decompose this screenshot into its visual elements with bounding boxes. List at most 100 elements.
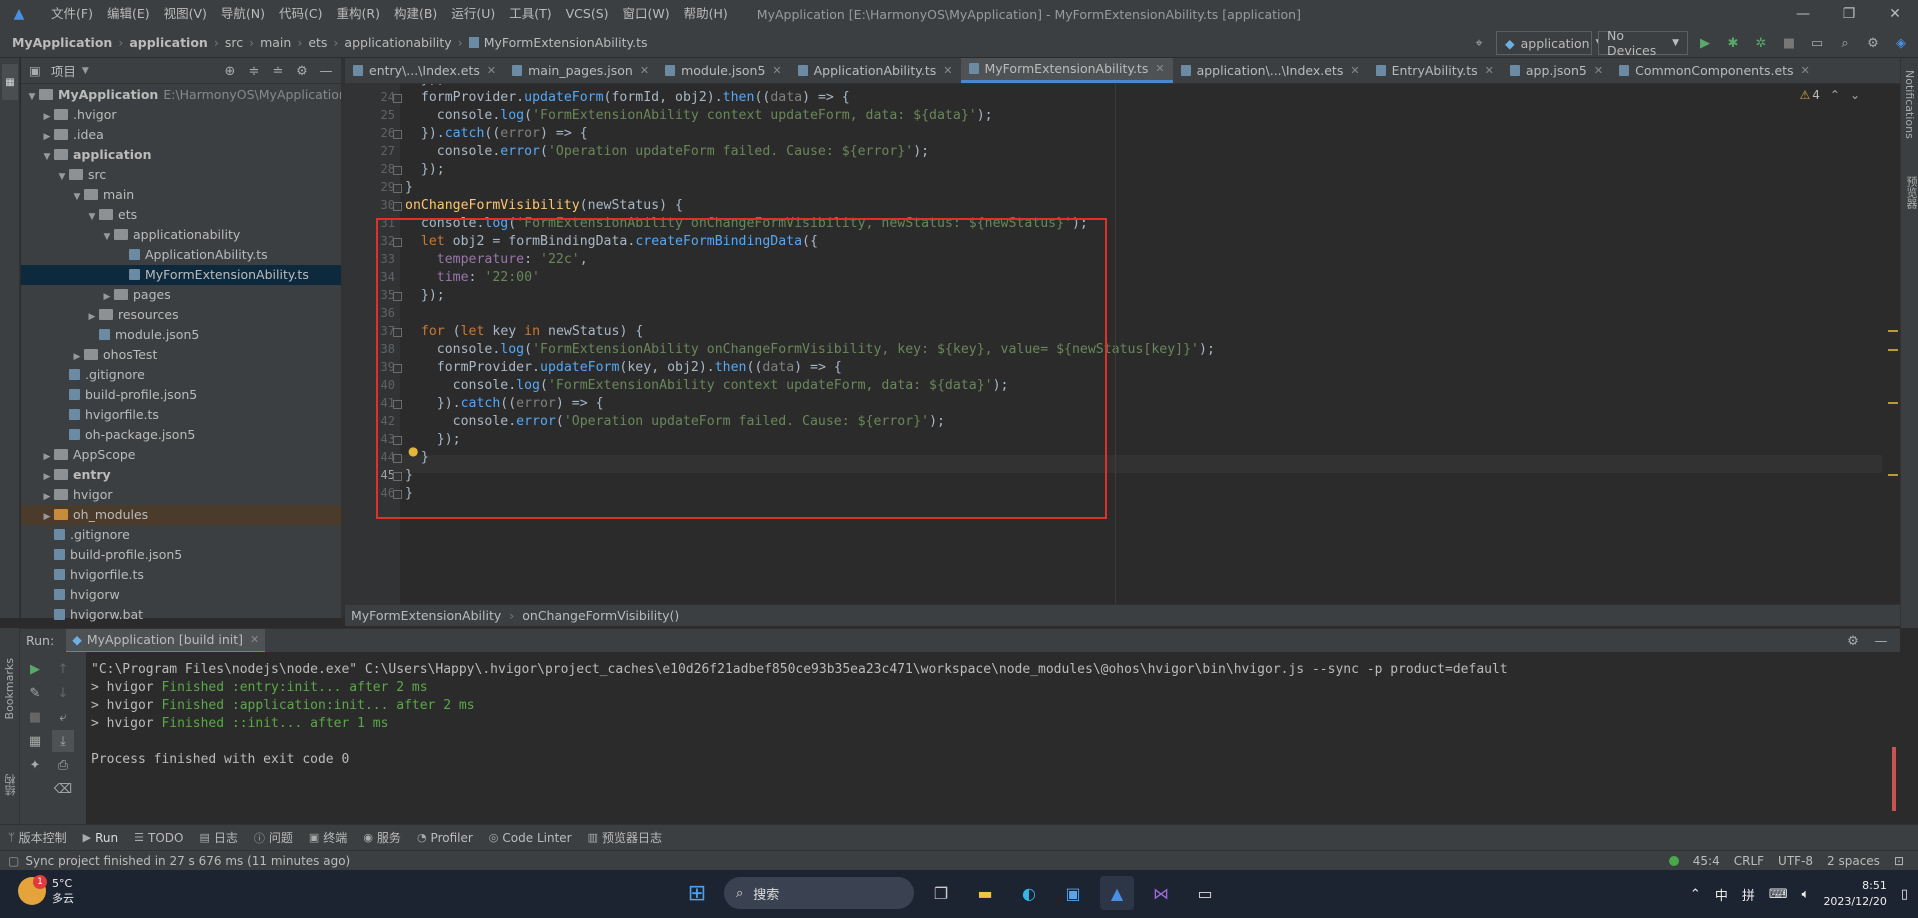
- breadcrumb-item[interactable]: applicationability: [344, 35, 451, 50]
- breadcrumb-item[interactable]: MyFormExtensionAbility.ts: [484, 35, 648, 50]
- tool-window-button[interactable]: ◉ 服务: [363, 829, 401, 846]
- editor-tab[interactable]: ApplicationAbility.ts ✕: [790, 58, 961, 83]
- breadcrumb-item[interactable]: ets: [308, 35, 327, 50]
- tree-item[interactable]: ▼ main: [21, 185, 341, 205]
- run-config-select[interactable]: ◆ application ▼: [1496, 31, 1603, 55]
- tree-item[interactable]: ▶ entry: [21, 465, 341, 485]
- file-explorer-icon[interactable]: ▬: [968, 876, 1002, 910]
- tree-item[interactable]: .gitignore: [21, 365, 341, 385]
- error-stripe[interactable]: [1882, 84, 1900, 604]
- weather-widget[interactable]: 1 5°C 多云: [18, 875, 74, 906]
- close-icon[interactable]: ✕: [943, 64, 952, 77]
- lock-icon[interactable]: ⊡: [1894, 854, 1904, 868]
- fold-marker-icon[interactable]: [393, 166, 402, 175]
- close-icon[interactable]: ✕: [640, 64, 649, 77]
- tree-item[interactable]: ▼ MyApplication E:\HarmonyOS\MyApplication: [21, 85, 347, 107]
- tree-item[interactable]: MyFormExtensionAbility.ts: [21, 265, 341, 285]
- chevron-down-icon[interactable]: ▼: [55, 167, 69, 187]
- chevron-down-icon[interactable]: ⌄: [1850, 88, 1860, 102]
- tray-chevron-up-icon[interactable]: ⌃: [1690, 887, 1701, 902]
- menu-item[interactable]: 代码(C): [272, 0, 329, 28]
- tree-item[interactable]: hvigorfile.ts: [21, 565, 341, 585]
- close-icon[interactable]: ✕: [1350, 64, 1359, 77]
- tool-window-button[interactable]: ▶ Run: [83, 831, 118, 845]
- tree-item[interactable]: ▶ AppScope: [21, 445, 341, 465]
- device-manager-icon[interactable]: ▭: [1806, 32, 1828, 54]
- close-icon[interactable]: ✕: [250, 633, 259, 646]
- menu-item[interactable]: 工具(T): [502, 0, 558, 28]
- editor-tab[interactable]: entry\...\Index.ets ✕: [345, 58, 504, 83]
- fold-marker-icon[interactable]: [393, 94, 402, 103]
- tree-item[interactable]: hvigorfile.ts: [21, 405, 341, 425]
- clock[interactable]: 8:51 2023/12/20: [1823, 878, 1886, 910]
- fold-marker-icon[interactable]: [393, 202, 402, 211]
- bookmarks-tool[interactable]: Bookmarks: [3, 658, 16, 719]
- tree-item[interactable]: ▼ application: [21, 145, 341, 165]
- menu-item[interactable]: 运行(U): [444, 0, 502, 28]
- taskbar-search[interactable]: ⌕ 搜索: [724, 877, 914, 909]
- devecostudio-icon[interactable]: ▲: [1100, 876, 1134, 910]
- run-icon[interactable]: ▶: [1694, 32, 1716, 54]
- tree-item[interactable]: hvigorw.bat: [21, 605, 341, 625]
- run-tab[interactable]: ◆ MyApplication [build init] ✕: [66, 628, 266, 653]
- code-editor[interactable]: 2324252627282930313233343536373839404142…: [345, 84, 1900, 604]
- editor-tab[interactable]: application\...\Index.ets ✕: [1173, 58, 1368, 83]
- tree-item[interactable]: ▼ ets: [21, 205, 341, 225]
- tree-item[interactable]: ApplicationAbility.ts: [21, 245, 341, 265]
- layout-icon[interactable]: ▦: [24, 730, 46, 752]
- file-encoding[interactable]: UTF-8: [1778, 854, 1813, 868]
- locate-icon[interactable]: ⊕: [219, 60, 241, 82]
- print-icon[interactable]: ⎙: [52, 754, 74, 776]
- tool-window-button[interactable]: ☰ TODO: [134, 831, 183, 845]
- tool-window-button[interactable]: ⓘ 问题: [254, 829, 293, 846]
- caret-position[interactable]: 45:4: [1693, 854, 1720, 868]
- arrow-up-icon[interactable]: ↑: [52, 658, 74, 680]
- hide-icon[interactable]: —: [315, 60, 337, 82]
- tree-item[interactable]: oh-package.json5: [21, 425, 341, 445]
- menu-item[interactable]: 窗口(W): [616, 0, 677, 28]
- tool-window-button[interactable]: ᛘ 版本控制: [8, 829, 67, 846]
- ime-mode[interactable]: 拼: [1742, 885, 1755, 904]
- fold-marker-icon[interactable]: [393, 130, 402, 139]
- menu-item[interactable]: 文件(F): [44, 0, 100, 28]
- tree-item[interactable]: ▼ applicationability: [21, 225, 341, 245]
- menu-item[interactable]: VCS(S): [559, 0, 616, 28]
- status-message[interactable]: Sync project finished in 27 s 676 ms (11…: [25, 854, 350, 868]
- volume-icon[interactable]: 🔈︎: [1802, 887, 1810, 902]
- tool-window-button[interactable]: ▣ 终端: [309, 829, 347, 846]
- editor-tab[interactable]: app.json5 ✕: [1502, 58, 1611, 83]
- chevron-down-icon[interactable]: ▼: [25, 87, 39, 107]
- chevron-down-icon[interactable]: ▼: [40, 147, 54, 167]
- editor-tab[interactable]: EntryAbility.ts ✕: [1368, 58, 1502, 83]
- tree-item[interactable]: ▶ .idea: [21, 125, 341, 145]
- minimize-icon[interactable]: —: [1780, 0, 1826, 28]
- breadcrumb-item[interactable]: main: [260, 35, 291, 50]
- ime-language[interactable]: 中: [1715, 885, 1728, 904]
- chevron-right-icon[interactable]: ▶: [40, 447, 54, 467]
- lightbulb-icon[interactable]: ●: [408, 444, 418, 458]
- tree-item[interactable]: build-profile.json5: [21, 545, 341, 565]
- visual-studio-icon[interactable]: ⋈: [1144, 876, 1178, 910]
- rerun-icon[interactable]: ▶: [24, 658, 46, 680]
- target-icon[interactable]: ⌖: [1468, 32, 1490, 54]
- menu-item[interactable]: 构建(B): [387, 0, 444, 28]
- chevron-down-icon[interactable]: ▼: [100, 227, 114, 247]
- tree-item[interactable]: ▶ hvigor: [21, 485, 341, 505]
- start-icon[interactable]: ⊞: [680, 876, 714, 910]
- chevron-right-icon[interactable]: ▶: [40, 467, 54, 487]
- trash-icon[interactable]: ⌫: [52, 778, 74, 800]
- chevron-right-icon[interactable]: ▶: [40, 487, 54, 507]
- chevron-right-icon[interactable]: ▶: [40, 107, 54, 127]
- wrench-icon[interactable]: ✎: [24, 682, 46, 704]
- tree-item[interactable]: ▶ resources: [21, 305, 341, 325]
- stop-icon[interactable]: ■: [24, 706, 46, 728]
- tree-item[interactable]: ▶ ohosTest: [21, 345, 341, 365]
- attach-debugger-icon[interactable]: ✲: [1750, 32, 1772, 54]
- chevron-right-icon[interactable]: ▶: [85, 307, 99, 327]
- tree-item[interactable]: module.json5: [21, 325, 341, 345]
- tree-item[interactable]: ▼ src: [21, 165, 341, 185]
- gear-icon[interactable]: ⚙: [291, 60, 313, 82]
- breadcrumb-item[interactable]: MyApplication: [12, 35, 112, 50]
- search-icon[interactable]: ⌕: [1834, 32, 1856, 54]
- expand-all-icon[interactable]: ≑: [243, 60, 265, 82]
